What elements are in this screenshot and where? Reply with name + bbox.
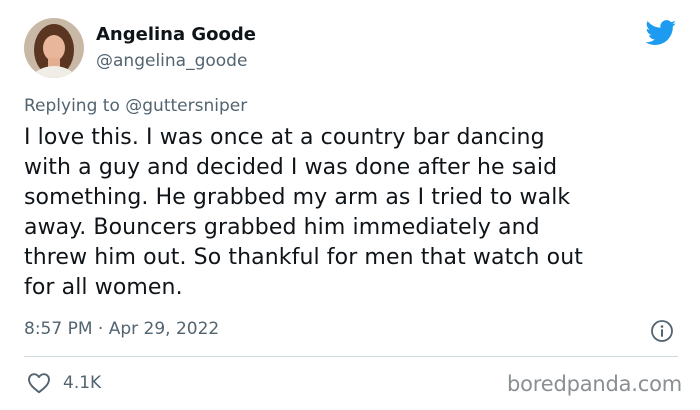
tweet-timestamp[interactable]: 8:57 PM · Apr 29, 2022: [24, 319, 219, 339]
reply-mention-link[interactable]: @guttersniper: [125, 96, 247, 116]
author-name[interactable]: Angelina Goode: [96, 24, 256, 45]
tweet-line: with a guy and decided I was done after …: [24, 155, 558, 180]
heart-icon[interactable]: [27, 372, 51, 394]
reply-context: Replying to @guttersniper: [24, 96, 247, 116]
tweet-line: I love this. I was once at a country bar…: [24, 125, 545, 150]
tweet-line: something. He grabbed my arm as I tried …: [24, 185, 571, 210]
reply-prefix: Replying to: [24, 96, 126, 116]
tweet-card: Angelina Goode @angelina_goode Replying …: [0, 0, 700, 410]
divider: [24, 356, 678, 357]
profile-photo-icon: [24, 18, 84, 78]
author-handle[interactable]: @angelina_goode: [96, 51, 247, 71]
tweet-text: I love this. I was once at a country bar…: [24, 123, 684, 303]
tweet-line: for all women.: [24, 275, 183, 300]
tweet-line: threw him out. So thankful for men that …: [24, 245, 583, 270]
like-count[interactable]: 4.1K: [63, 373, 101, 393]
tweet-line: away. Bouncers grabbed him immediately a…: [24, 215, 540, 240]
info-icon[interactable]: [650, 319, 674, 343]
twitter-bird-icon[interactable]: [645, 20, 677, 46]
avatar[interactable]: [24, 18, 84, 78]
watermark: boredpanda.com: [507, 372, 683, 396]
